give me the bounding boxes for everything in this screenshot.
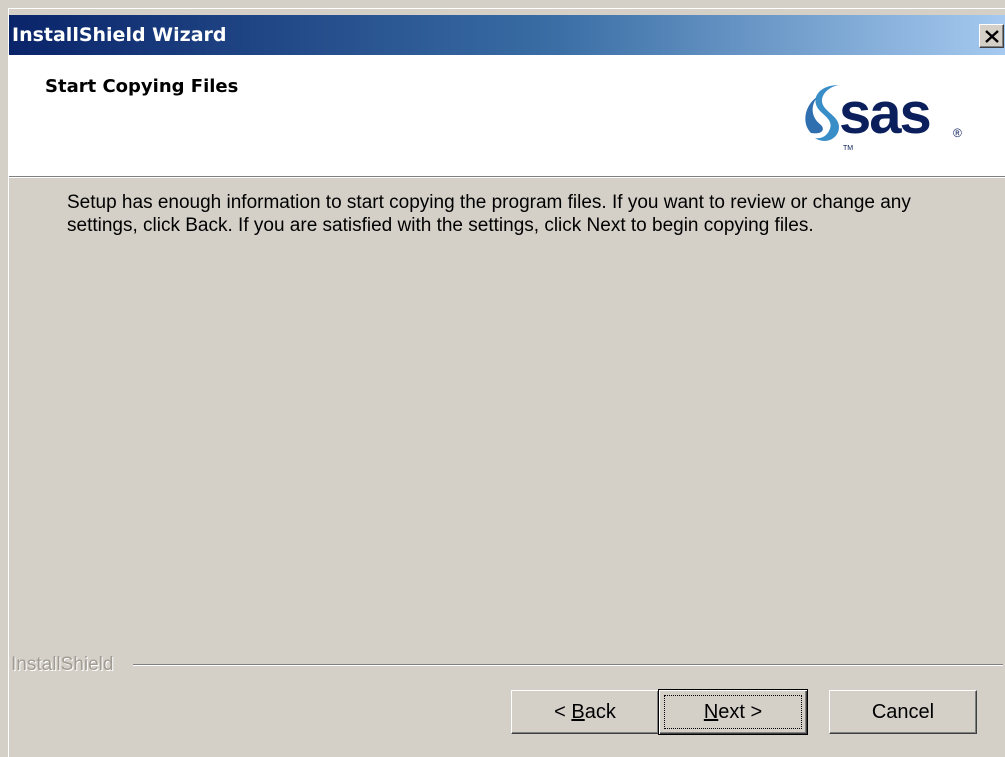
header-panel: Start Copying Files sas TM ® <box>9 55 1005 176</box>
branding-divider-highlight <box>133 665 1003 666</box>
header-separator-highlight <box>9 177 1005 178</box>
sas-registered: ® <box>953 126 962 140</box>
window-title: InstallShield Wizard <box>12 24 227 46</box>
close-button[interactable] <box>979 24 1004 48</box>
branding-label: InstallShield <box>11 654 120 676</box>
close-icon <box>985 30 999 43</box>
next-button[interactable]: Next > <box>658 689 808 735</box>
page-title: Start Copying Files <box>45 76 239 97</box>
sas-swirl-icon <box>805 85 839 141</box>
back-button-label: ack <box>584 700 616 723</box>
focus-rectangle <box>664 695 802 729</box>
installshield-branding: InstallShield <box>9 654 1005 676</box>
sas-trademark: TM <box>843 145 853 152</box>
sas-logo: sas TM ® <box>805 81 962 152</box>
body-message: Setup has enough information to start co… <box>67 192 911 236</box>
title-bar[interactable]: InstallShield Wizard <box>9 15 1005 55</box>
back-button[interactable]: < Back <box>511 690 659 734</box>
cancel-button[interactable]: Cancel <box>829 690 977 734</box>
installshield-dialog: InstallShield Wizard Start Copying Files… <box>8 8 1005 757</box>
sas-wordmark: sas <box>839 81 930 146</box>
back-button-prefix: < <box>554 700 572 723</box>
back-button-mnemonic: B <box>571 700 585 723</box>
cancel-button-label: Cancel <box>871 700 935 723</box>
